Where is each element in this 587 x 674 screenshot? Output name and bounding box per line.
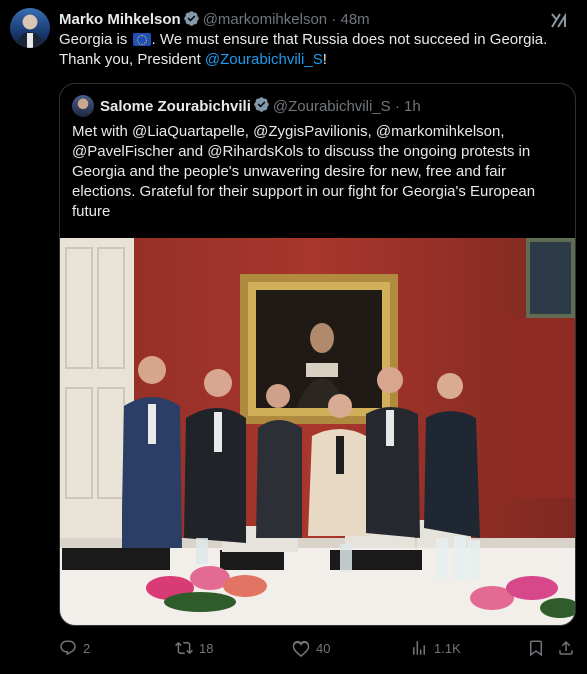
author-name[interactable]: Marko Mihkelson	[59, 11, 181, 28]
quote-header: Salome Zourabichvili @Zourabichvili_S · 1…	[72, 94, 421, 118]
mention-link[interactable]: @Zourabichvili_S	[205, 51, 323, 68]
author-avatar[interactable]	[10, 8, 50, 48]
like-count: 40	[316, 640, 331, 656]
views-button[interactable]: 1.1K	[410, 639, 461, 657]
header-separator: ·	[331, 11, 337, 28]
eu-flag-emoji	[132, 33, 151, 46]
reply-icon	[59, 639, 77, 657]
quote-separator: ·	[394, 97, 400, 115]
avatar-shirt	[27, 33, 33, 48]
tweet-time[interactable]: 48m	[340, 11, 369, 28]
reply-count: 2	[83, 640, 91, 656]
repost-icon	[175, 639, 193, 657]
tweet-text: Georgia is . We must ensure that Russia …	[59, 30, 569, 70]
group-photo[interactable]	[60, 238, 575, 625]
quote-author-handle[interactable]: @Zourabichvili_S	[273, 98, 391, 115]
tweet-header: Marko Mihkelson @markomihkelson · 48m	[59, 10, 567, 30]
repost-count: 18	[199, 640, 214, 656]
like-icon	[292, 639, 310, 657]
share-icon	[557, 639, 575, 657]
author-handle[interactable]: @markomihkelson	[203, 11, 327, 28]
like-button[interactable]: 40	[292, 639, 330, 657]
verified-badge-icon	[183, 10, 200, 31]
share-button[interactable]	[557, 639, 575, 657]
repost-button[interactable]: 18	[175, 639, 213, 657]
quote-time: 1h	[404, 97, 421, 115]
reply-button[interactable]: 2	[59, 639, 90, 657]
tweet-text-part1: Georgia is	[59, 31, 132, 48]
tweet[interactable]: Marko Mihkelson @markomihkelson · 48m Geo…	[0, 0, 587, 674]
quote-author-avatar[interactable]	[72, 95, 94, 117]
views-icon	[410, 639, 428, 657]
bookmark-icon	[527, 639, 545, 657]
quoted-tweet[interactable]: Salome Zourabichvili @Zourabichvili_S · 1…	[59, 83, 576, 626]
tweet-text-part3: Thank you, President	[59, 51, 205, 68]
views-count: 1.1K	[434, 640, 461, 656]
tweet-text-end: !	[322, 51, 327, 68]
bookmark-button[interactable]	[527, 639, 545, 657]
quote-verified-badge-icon	[253, 96, 270, 117]
quote-author-name[interactable]: Salome Zourabichvili	[100, 98, 251, 115]
action-bar: 2 18 40 1.1K	[59, 636, 579, 662]
quote-text: Met with @LiaQuartapelle, @ZygisPavilion…	[72, 123, 536, 220]
tweet-text-part2: . We must ensure that Russia does not su…	[151, 31, 548, 48]
